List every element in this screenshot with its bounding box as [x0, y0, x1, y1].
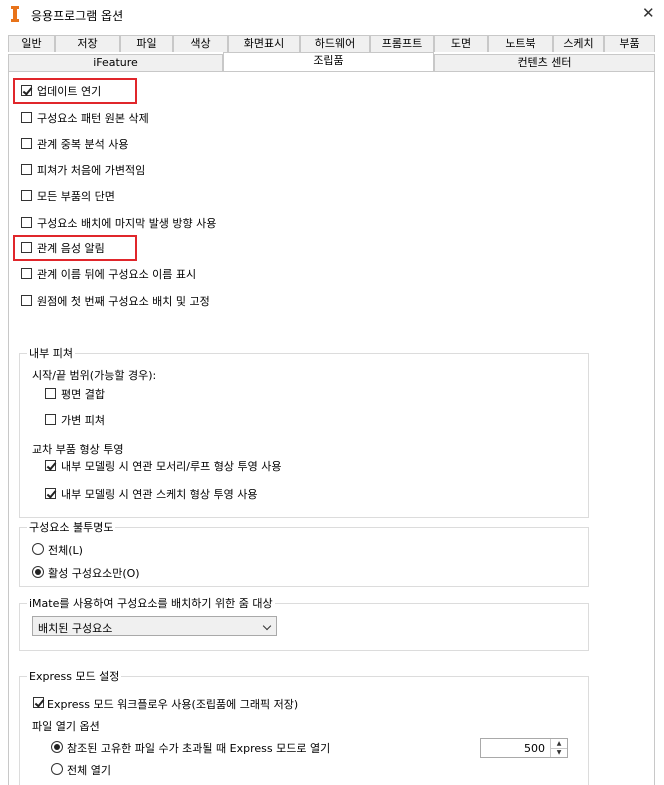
tab-row1-item[interactable]: 부품: [604, 35, 655, 52]
projection-option-checkbox[interactable]: [45, 460, 56, 471]
tab-row1-item[interactable]: 색상: [173, 35, 228, 52]
option-checkbox[interactable]: [21, 138, 32, 149]
option-label: 원점에 첫 번째 구성요소 배치 및 고정: [37, 295, 210, 308]
opacity-radio[interactable]: [32, 543, 44, 555]
tab-row1-item[interactable]: 하드웨어: [300, 35, 370, 52]
tab-row1-item[interactable]: 저장: [55, 35, 120, 52]
express-title: Express 모드 설정: [27, 668, 122, 684]
option-label: 구성요소 배치에 마지막 발생 방향 사용: [37, 217, 217, 230]
tab-row2-item[interactable]: 컨텐츠 센터: [434, 54, 655, 71]
tab-divider: [8, 71, 655, 72]
window-title: 응용프로그램 옵션: [31, 9, 124, 23]
tab-row1-item[interactable]: 노트북: [488, 35, 553, 52]
imate-zoom-target-dropdown[interactable]: 배치된 구성요소: [32, 616, 277, 636]
express-workflow-checkbox[interactable]: [33, 697, 44, 708]
range-option-label: 가변 피쳐: [61, 414, 105, 427]
option-checkbox[interactable]: [21, 295, 32, 306]
option-label: 피쳐가 처음에 가변적임: [37, 164, 146, 177]
opacity-title: 구성요소 불투명도: [27, 519, 116, 535]
tab-row1-item[interactable]: 스케치: [553, 35, 604, 52]
option-checkbox[interactable]: [21, 112, 32, 123]
tab-row2-item[interactable]: 조립품: [223, 52, 434, 71]
projection-option-label: 내부 모델링 시 연관 스케치 형상 투영 사용: [61, 488, 258, 501]
file-open-radio-label: 전체 열기: [67, 764, 111, 777]
opacity-radio-label: 활성 구성요소만(O): [48, 567, 140, 580]
opacity-radio-label: 전체(L): [48, 544, 83, 557]
projection-label: 교차 부품 형상 투영: [32, 443, 124, 456]
range-option-label: 평면 결합: [61, 388, 105, 401]
highlight-box-defer-update: [13, 78, 137, 104]
express-threshold-spinner[interactable]: 500 ▲ ▼: [480, 738, 568, 758]
option-label: 구성요소 패턴 원본 삭제: [37, 112, 149, 125]
projection-option-label: 내부 모델링 시 연관 모서리/루프 형상 투영 사용: [61, 460, 282, 473]
file-open-radio-label: 참조된 고유한 파일 수가 초과될 때 Express 모드로 열기: [67, 742, 331, 755]
range-option-checkbox[interactable]: [45, 388, 56, 399]
option-label: 모든 부품의 단면: [37, 190, 115, 203]
express-workflow-label: Express 모드 워크플로우 사용(조립품에 그래픽 저장): [47, 698, 299, 711]
imate-zoom-target-value: 배치된 구성요소: [38, 622, 113, 635]
tab-row1-item[interactable]: 화면표시: [228, 35, 300, 52]
option-checkbox[interactable]: [21, 164, 32, 175]
range-option-checkbox[interactable]: [45, 414, 56, 425]
tab-row1-item[interactable]: 프롬프트: [370, 35, 434, 52]
spinner-buttons: ▲ ▼: [550, 739, 567, 757]
option-checkbox[interactable]: [21, 217, 32, 228]
title-bar: 응용프로그램 옵션 ✕: [0, 0, 664, 30]
range-label: 시작/끝 범위(가능할 경우):: [32, 369, 157, 382]
option-checkbox[interactable]: [21, 190, 32, 201]
file-open-radio[interactable]: [51, 763, 63, 775]
highlight-box-relationship-audio: [13, 235, 137, 261]
express-threshold-value[interactable]: 500: [524, 742, 545, 755]
internal-features-title: 내부 피쳐: [27, 345, 75, 361]
option-label: 관계 이름 뒤에 구성요소 이름 표시: [37, 268, 197, 281]
tab-row1-item[interactable]: 도면: [434, 35, 488, 52]
spin-down-icon[interactable]: ▼: [551, 748, 567, 757]
opacity-radio[interactable]: [32, 566, 44, 578]
tab-row1-item[interactable]: 파일: [120, 35, 173, 52]
option-label: 관계 중복 분석 사용: [37, 138, 129, 151]
projection-option-checkbox[interactable]: [45, 488, 56, 499]
imate-title: iMate를 사용하여 구성요소를 배치하기 위한 줌 대상: [27, 595, 275, 611]
chevron-down-icon: [262, 621, 272, 631]
file-open-options-label: 파일 열기 옵션: [32, 720, 100, 733]
tab-row1-item[interactable]: 일반: [8, 35, 55, 52]
inventor-app-icon: [11, 6, 19, 22]
file-open-radio[interactable]: [51, 741, 63, 753]
option-checkbox[interactable]: [21, 268, 32, 279]
close-icon[interactable]: ✕: [642, 4, 655, 22]
tab-row2-item[interactable]: iFeature: [8, 54, 223, 71]
